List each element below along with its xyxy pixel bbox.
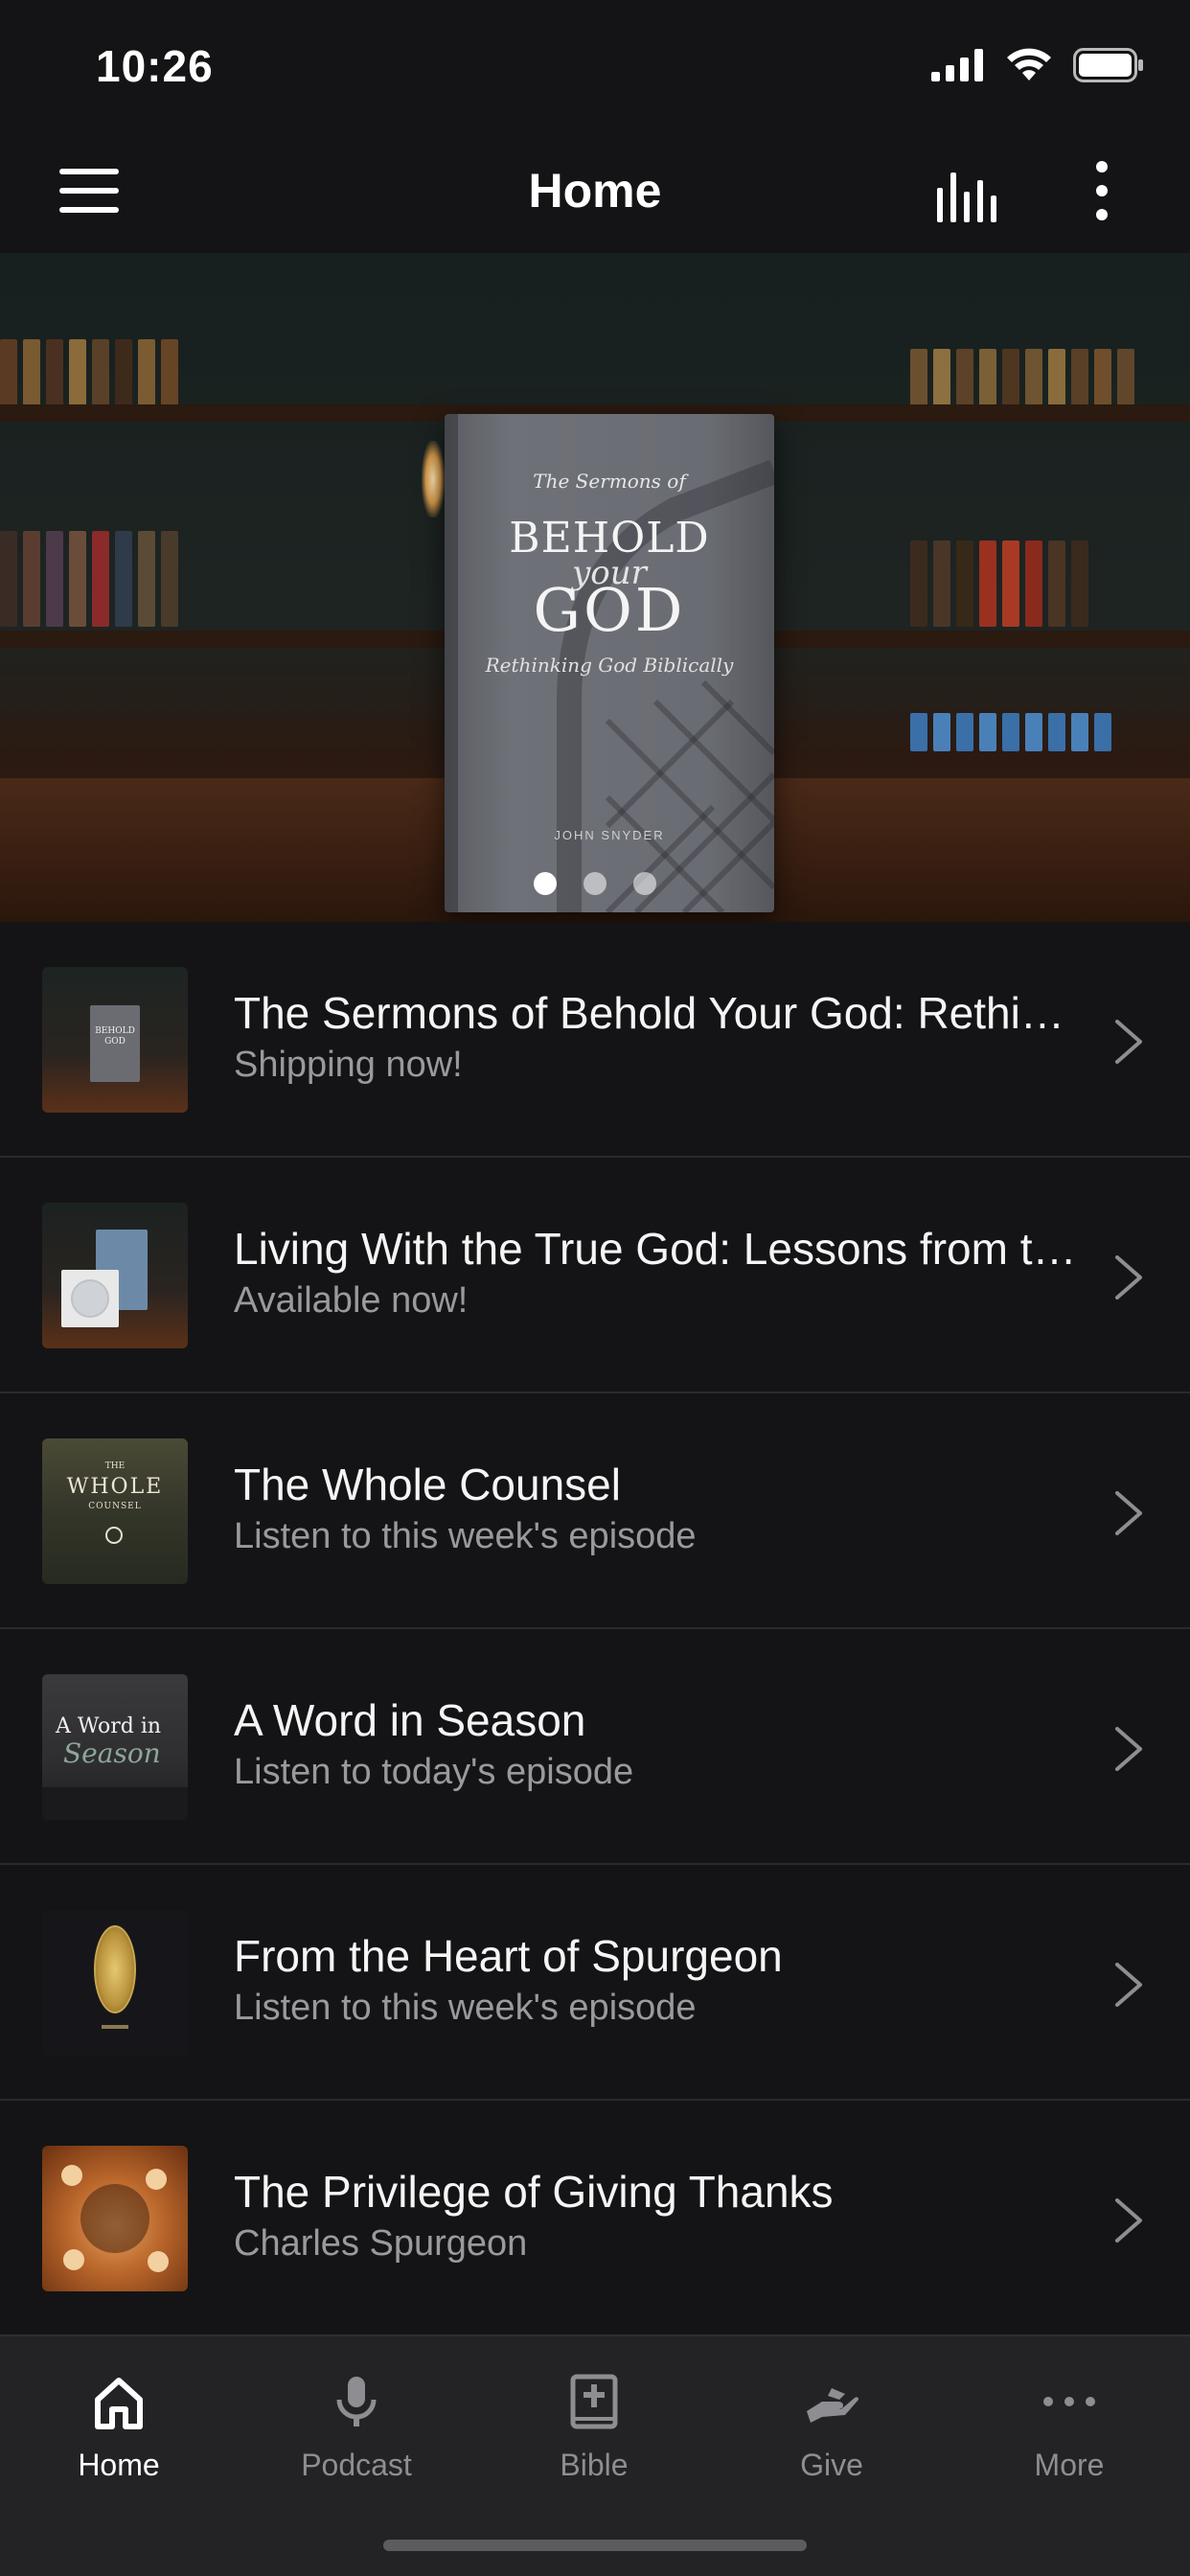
- audio-bars-icon[interactable]: [935, 163, 1008, 224]
- item-thumbnail: [42, 1203, 188, 1348]
- carousel-pagination: [0, 872, 1190, 895]
- item-thumbnail: THE WHOLE COUNSEL: [42, 1438, 188, 1584]
- book-subtitle: The Sermons of: [533, 470, 686, 493]
- tab-label: Bible: [560, 2448, 629, 2482]
- home-indicator[interactable]: [383, 2540, 807, 2551]
- item-subtitle: Charles Spurgeon: [234, 2223, 528, 2264]
- vertical-ellipsis-icon[interactable]: [1083, 157, 1121, 224]
- item-thumbnail: BEHOLD GOD: [42, 967, 188, 1113]
- book-title-line3: GOD: [533, 575, 686, 645]
- item-thumbnail: A Word in Season: [42, 1674, 188, 1820]
- chevron-right-icon: [1115, 1255, 1142, 1300]
- item-title: From the Heart of Spurgeon: [234, 1931, 783, 1981]
- tab-label: More: [1034, 2448, 1105, 2482]
- wifi-icon: [1007, 48, 1051, 80]
- item-thumbnail: [42, 1910, 188, 2056]
- carousel-dot[interactable]: [534, 872, 557, 895]
- item-title: The Whole Counsel: [234, 1460, 621, 1509]
- tab-label: Home: [78, 2448, 160, 2482]
- status-time: 10:26: [96, 41, 214, 91]
- list-item[interactable]: Living With the True God: Lessons from t…: [0, 1158, 1190, 1393]
- thumb-text: WHOLE: [66, 1475, 164, 1499]
- status-icons: [931, 48, 1144, 82]
- list-item[interactable]: The Privilege of Giving Thanks Charles S…: [0, 2101, 1190, 2336]
- content-list: BEHOLD GOD The Sermons of Behold Your God…: [0, 922, 1190, 2336]
- item-subtitle: Listen to this week's episode: [234, 1988, 697, 2028]
- status-bar: 10:26: [0, 0, 1190, 130]
- chevron-right-icon: [1115, 2198, 1142, 2242]
- cellular-signal-icon: [931, 49, 983, 81]
- background-books: [0, 339, 178, 406]
- chevron-right-icon: [1115, 1020, 1142, 1064]
- item-subtitle: Listen to this week's episode: [234, 1516, 697, 1556]
- item-subtitle: Available now!: [234, 1280, 469, 1321]
- giving-hand-icon: [807, 2388, 858, 2423]
- featured-book-cover: The Sermons of BEHOLD your GOD Rethinkin…: [445, 414, 774, 912]
- chevron-right-icon: [1115, 1727, 1142, 1771]
- list-item[interactable]: THE WHOLE COUNSEL The Whole Counsel List…: [0, 1393, 1190, 1629]
- bible-icon: [570, 2374, 618, 2429]
- tab-more[interactable]: More: [950, 2356, 1188, 2499]
- page-title: Home: [528, 164, 662, 218]
- navigation-bar: Home: [0, 130, 1190, 253]
- item-thumbnail: [42, 2146, 188, 2291]
- horizontal-ellipsis-icon: [1043, 2397, 1095, 2406]
- list-item[interactable]: From the Heart of Spurgeon Listen to thi…: [0, 1865, 1190, 2101]
- book-author: JOHN SNYDER: [554, 828, 665, 842]
- hero-carousel[interactable]: The Sermons of BEHOLD your GOD Rethinkin…: [0, 253, 1190, 922]
- book-tagline: Rethinking God Biblically: [485, 654, 734, 677]
- item-title: The Sermons of Behold Your God: Rethinki…: [234, 988, 1077, 1038]
- thumb-text: THE: [104, 1461, 126, 1471]
- chevron-right-icon: [1115, 1963, 1142, 2007]
- item-title: The Privilege of Giving Thanks: [234, 2167, 834, 2217]
- thumb-text: COUNSEL: [88, 1502, 142, 1511]
- microphone-icon: [336, 2377, 377, 2426]
- tab-give[interactable]: Give: [713, 2356, 950, 2499]
- tab-label: Podcast: [301, 2448, 412, 2482]
- item-subtitle: Listen to today's episode: [234, 1752, 634, 1792]
- battery-icon: [1073, 48, 1143, 82]
- tab-label: Give: [800, 2448, 863, 2482]
- thumb-text: Season: [63, 1737, 161, 1769]
- item-subtitle: Shipping now!: [234, 1045, 463, 1085]
- tab-bible[interactable]: Bible: [475, 2356, 713, 2499]
- tab-podcast[interactable]: Podcast: [238, 2356, 475, 2499]
- list-item[interactable]: BEHOLD GOD The Sermons of Behold Your God…: [0, 922, 1190, 1158]
- carousel-dot[interactable]: [633, 872, 656, 895]
- item-title: Living With the True God: Lessons from t…: [234, 1224, 1077, 1274]
- tab-home[interactable]: Home: [0, 2356, 238, 2499]
- carousel-dot[interactable]: [584, 872, 606, 895]
- thumb-text: A Word in: [56, 1714, 162, 1738]
- chevron-right-icon: [1115, 1491, 1142, 1535]
- item-title: A Word in Season: [234, 1695, 586, 1745]
- home-icon: [95, 2378, 143, 2429]
- list-item[interactable]: A Word in Season A Word in Season Listen…: [0, 1629, 1190, 1865]
